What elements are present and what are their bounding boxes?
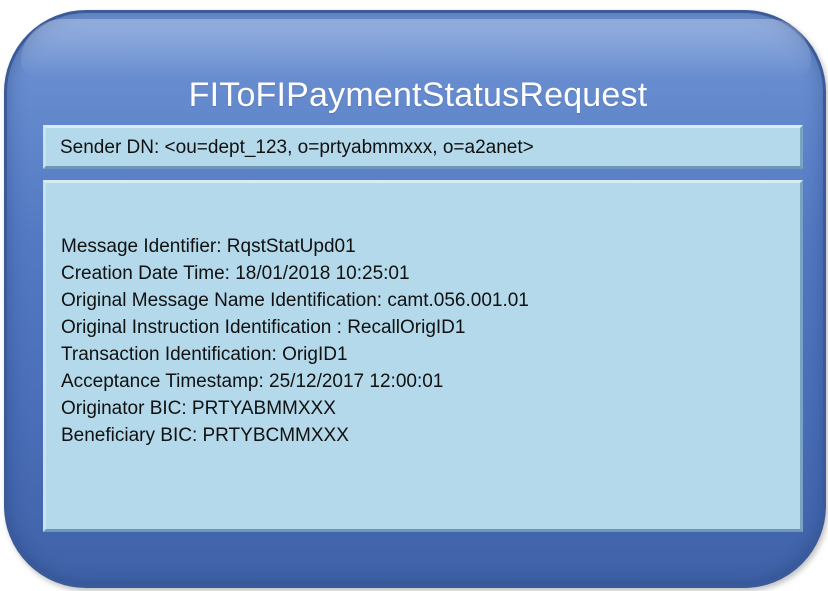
field-original-message-name-identification: Original Message Name Identification: ca…	[61, 290, 529, 311]
message-title: FIToFIPaymentStatusRequest	[188, 76, 648, 114]
field-original-instruction-identification: Original Instruction Identification : Re…	[61, 317, 466, 338]
field-creation-date-time: Creation Date Time: 18/01/2018 10:25:01	[61, 263, 410, 284]
message-card: FIToFIPaymentStatusRequest Sender DN: <o…	[4, 10, 826, 588]
field-acceptance-timestamp: Acceptance Timestamp: 25/12/2017 12:00:0…	[61, 371, 444, 392]
field-transaction-identification: Transaction Identification: OrigID1	[61, 344, 348, 365]
field-originator-bic: Originator BIC: PRTYABMMXXX	[61, 398, 336, 419]
sender-dn-text: Sender DN: <ou=dept_123, o=prtyabmmxxx, …	[60, 137, 534, 158]
message-fields-panel: Message Identifier: RqstStatUpd01 Creati…	[43, 180, 803, 532]
field-beneficiary-bic: Beneficiary BIC: PRTYBCMMXXX	[61, 425, 349, 446]
field-message-identifier: Message Identifier: RqstStatUpd01	[61, 236, 356, 257]
sender-dn-panel: Sender DN: <ou=dept_123, o=prtyabmmxxx, …	[43, 125, 803, 169]
